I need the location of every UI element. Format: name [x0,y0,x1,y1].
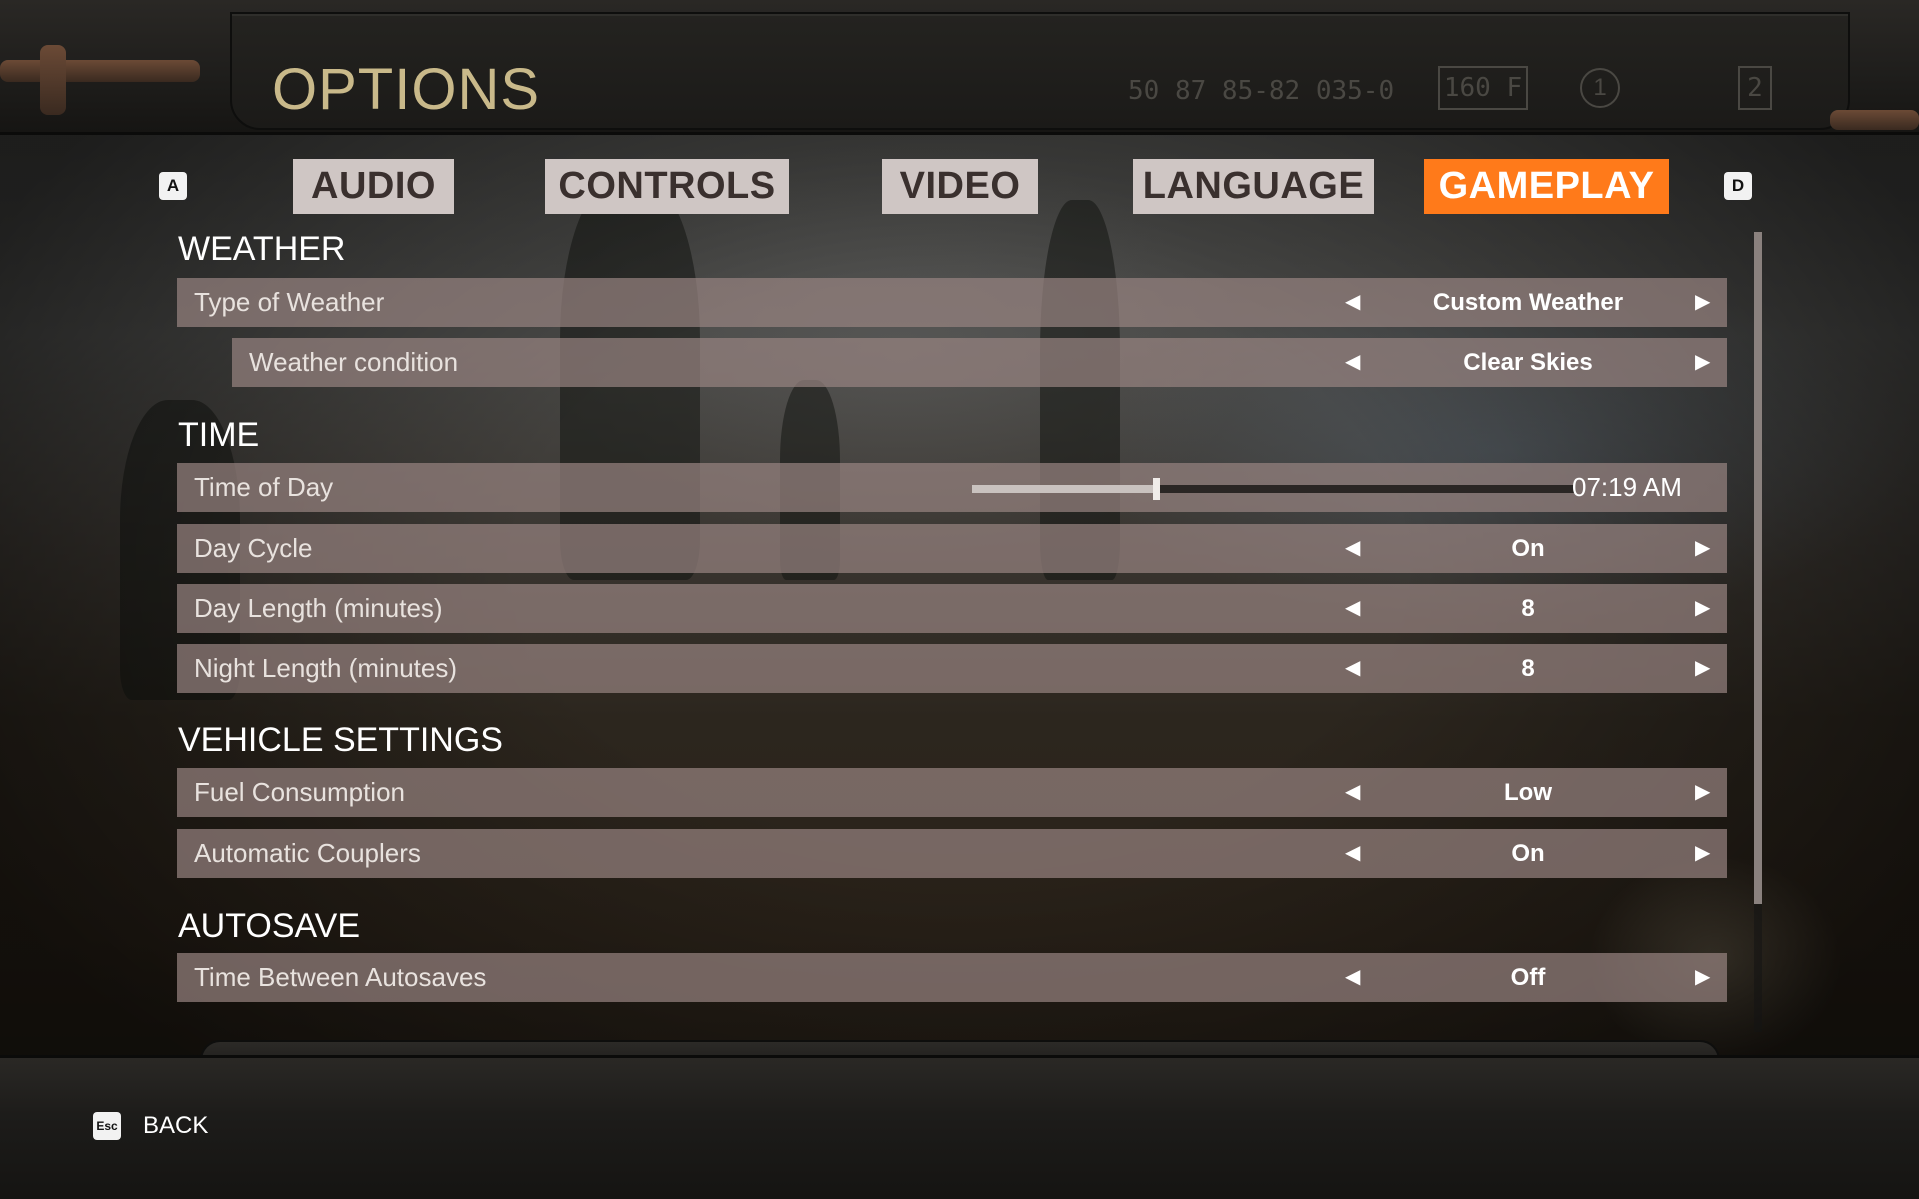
setting-row-day-length[interactable]: Day Length (minutes) ◀ 8 ▶ [177,584,1727,633]
tab-gameplay[interactable]: GAMEPLAY [1424,159,1669,214]
arrow-right-icon[interactable]: ▶ [1695,829,1710,878]
arrow-right-icon[interactable]: ▶ [1695,644,1710,693]
esc-key-icon[interactable]: Esc [93,1112,121,1140]
section-title-vehicle-settings: VEHICLE SETTINGS [178,721,503,759]
arrow-right-icon[interactable]: ▶ [1695,524,1710,573]
arrow-left-icon[interactable]: ◀ [1345,644,1360,693]
setting-value: Low [1504,779,1552,806]
section-title-autosave: AUTOSAVE [178,907,361,945]
setting-value: On [1511,535,1545,562]
pipe-decoration [0,60,200,82]
arrow-left-icon[interactable]: ◀ [1345,278,1360,327]
plate-label: 160 F [1438,66,1528,110]
setting-row-weather-condition[interactable]: Weather condition ◀ Clear Skies ▶ [232,338,1727,387]
setting-value: Off [1510,964,1546,991]
arrow-right-icon[interactable]: ▶ [1695,953,1710,1002]
page-title: OPTIONS [272,57,541,122]
setting-label: Automatic Couplers [194,838,421,868]
setting-label: Day Length (minutes) [194,593,443,623]
setting-row-time-between-autosaves[interactable]: Time Between Autosaves ◀ Off ▶ [177,953,1727,1002]
tab-video[interactable]: VIDEO [882,159,1038,214]
setting-label: Night Length (minutes) [194,653,458,683]
setting-row-day-cycle[interactable]: Day Cycle ◀ On ▶ [177,524,1727,573]
setting-label: Time of Day [194,472,334,502]
prev-tab-key[interactable]: A [159,172,187,200]
footer-bar [0,1055,1919,1199]
arrow-right-icon[interactable]: ▶ [1695,768,1710,817]
tab-language[interactable]: LANGUAGE [1133,159,1374,214]
arrow-right-icon[interactable]: ▶ [1695,338,1710,387]
setting-value: Custom Weather [1432,289,1624,316]
arrow-right-icon[interactable]: ▶ [1695,584,1710,633]
scrollbar-thumb[interactable] [1754,232,1762,904]
arrow-left-icon[interactable]: ◀ [1345,584,1360,633]
back-button[interactable]: BACK [143,1108,208,1144]
serial-number: 50 87 85-82 035-0 [1128,76,1395,106]
pipe-decoration [40,45,66,115]
next-tab-key[interactable]: D [1724,172,1752,200]
setting-row-time-of-day[interactable]: Time of Day 07:19 AM [177,463,1727,512]
setting-row-type-of-weather[interactable]: Type of Weather ◀ Custom Weather ▶ [177,278,1727,327]
circle-badge-2: 2 [1738,66,1772,110]
tab-controls[interactable]: CONTROLS [545,159,789,214]
setting-value: 07:19 AM [1572,472,1682,502]
setting-value: 8 [1521,595,1535,622]
arrow-right-icon[interactable]: ▶ [1695,278,1710,327]
scrollbar[interactable] [1754,232,1762,1032]
slider-handle[interactable] [1152,478,1160,500]
setting-label: Day Cycle [194,533,313,563]
arrow-left-icon[interactable]: ◀ [1345,953,1360,1002]
time-of-day-slider[interactable] [972,478,1575,500]
arrow-left-icon[interactable]: ◀ [1345,768,1360,817]
setting-value: On [1511,840,1545,867]
setting-label: Fuel Consumption [194,777,405,807]
setting-row-night-length[interactable]: Night Length (minutes) ◀ 8 ▶ [177,644,1727,693]
section-title-weather: WEATHER [178,230,346,268]
setting-label: Time Between Autosaves [194,962,487,992]
setting-row-fuel-consumption[interactable]: Fuel Consumption ◀ Low ▶ [177,768,1727,817]
circle-badge-1: 1 [1580,68,1620,108]
pipe-decoration [1830,110,1919,130]
arrow-left-icon[interactable]: ◀ [1345,524,1360,573]
arrow-left-icon[interactable]: ◀ [1345,338,1360,387]
setting-row-automatic-couplers[interactable]: Automatic Couplers ◀ On ▶ [177,829,1727,878]
tab-audio[interactable]: AUDIO [293,159,454,214]
arrow-left-icon[interactable]: ◀ [1345,829,1360,878]
setting-value: 8 [1521,655,1535,682]
setting-label: Type of Weather [194,287,385,317]
setting-label: Weather condition [249,347,459,377]
setting-value: Clear Skies [1463,349,1593,376]
section-title-time: TIME [178,416,260,454]
options-screen: OPTIONS 50 87 85-82 035-0 160 F 1 2 A AU… [0,0,1919,1199]
slider-fill [972,485,1156,493]
